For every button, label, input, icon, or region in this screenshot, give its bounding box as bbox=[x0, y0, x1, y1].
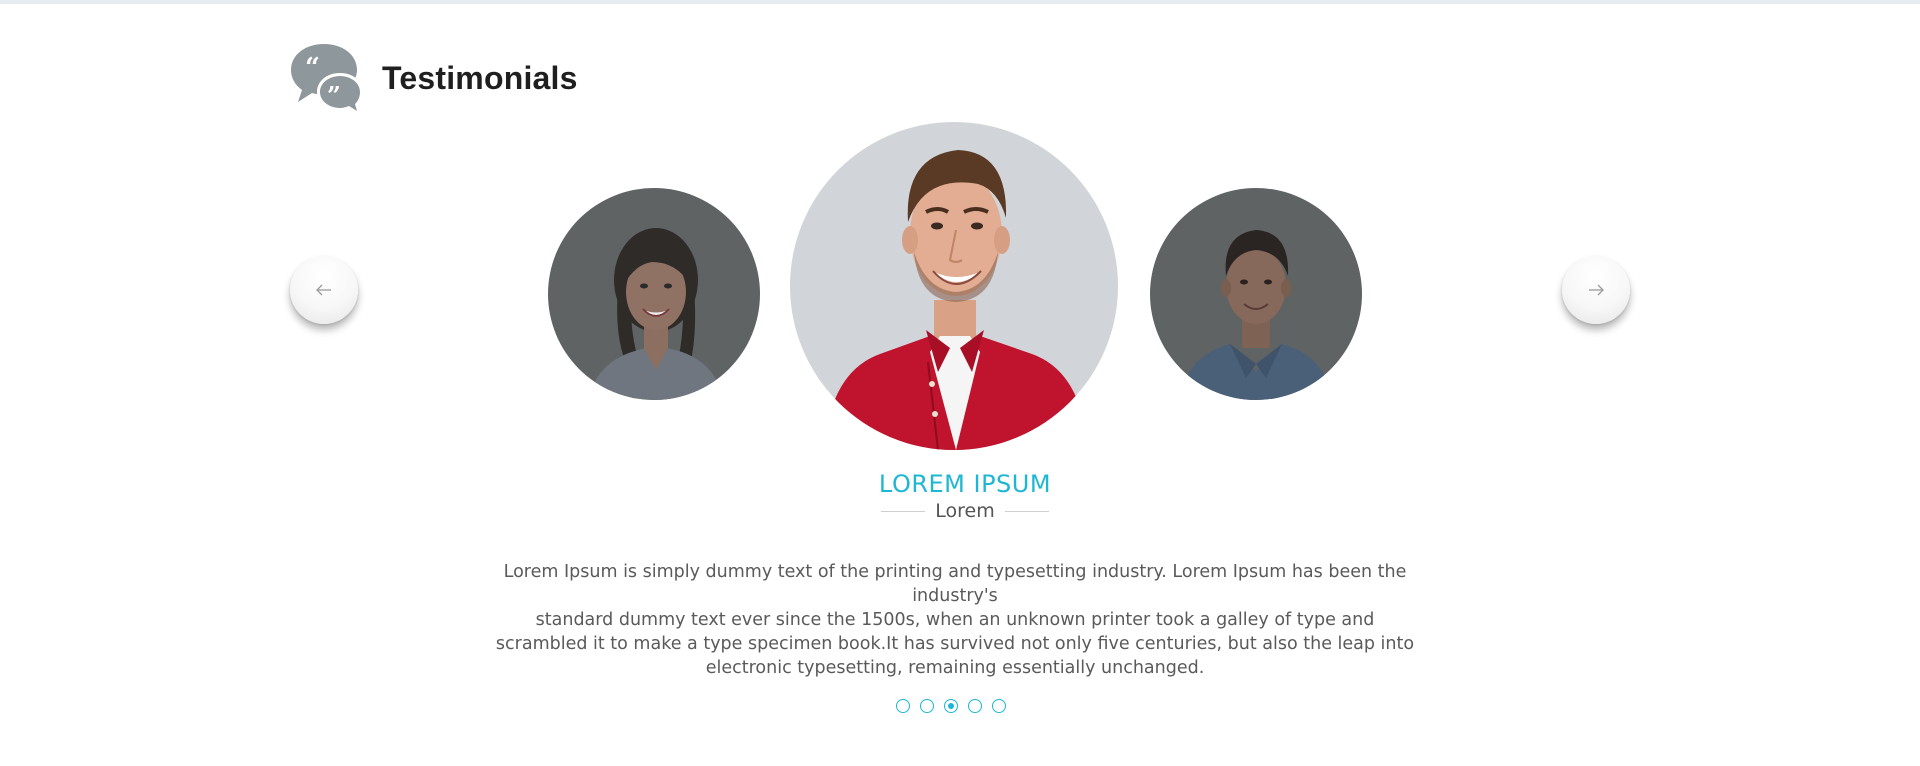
carousel-pagination bbox=[896, 699, 1006, 713]
pagination-dot-2[interactable] bbox=[920, 699, 934, 713]
svg-text:”: ” bbox=[327, 81, 341, 110]
avatar-next[interactable] bbox=[1150, 188, 1362, 400]
testimonial-role: Lorem bbox=[935, 500, 995, 522]
divider bbox=[1004, 510, 1049, 512]
svg-text:“: “ bbox=[305, 53, 320, 83]
quote-line: electronic typesetting, remaining essent… bbox=[705, 658, 1205, 678]
arrow-left-icon bbox=[316, 284, 331, 296]
pagination-dot-4[interactable] bbox=[968, 699, 982, 713]
pagination-dot-3[interactable] bbox=[944, 699, 958, 713]
avatar-previous[interactable] bbox=[548, 188, 760, 400]
testimonial-role-row: Lorem bbox=[860, 500, 1070, 522]
top-border bbox=[0, 0, 1920, 4]
quote-bubbles-icon: “ ” bbox=[291, 44, 363, 116]
avatar-current bbox=[790, 122, 1118, 450]
testimonial-quote: Lorem Ipsum is simply dummy text of the … bbox=[460, 560, 1450, 680]
pagination-dot-5[interactable] bbox=[992, 699, 1006, 713]
prev-button[interactable] bbox=[290, 256, 358, 324]
quote-line: standard dummy text ever since the 1500s… bbox=[535, 610, 1375, 630]
testimonial-name: LOREM IPSUM bbox=[878, 470, 1052, 498]
divider bbox=[881, 510, 926, 512]
quote-line: Lorem Ipsum is simply dummy text of the … bbox=[503, 562, 1407, 606]
page-title: Testimonials bbox=[382, 59, 578, 96]
section-header: “ ” Testimonials bbox=[288, 40, 578, 116]
pagination-dot-1[interactable] bbox=[896, 699, 910, 713]
quote-line: scrambled it to make a type specimen boo… bbox=[495, 634, 1415, 654]
arrow-right-icon bbox=[1589, 284, 1604, 296]
next-button[interactable] bbox=[1562, 256, 1630, 324]
